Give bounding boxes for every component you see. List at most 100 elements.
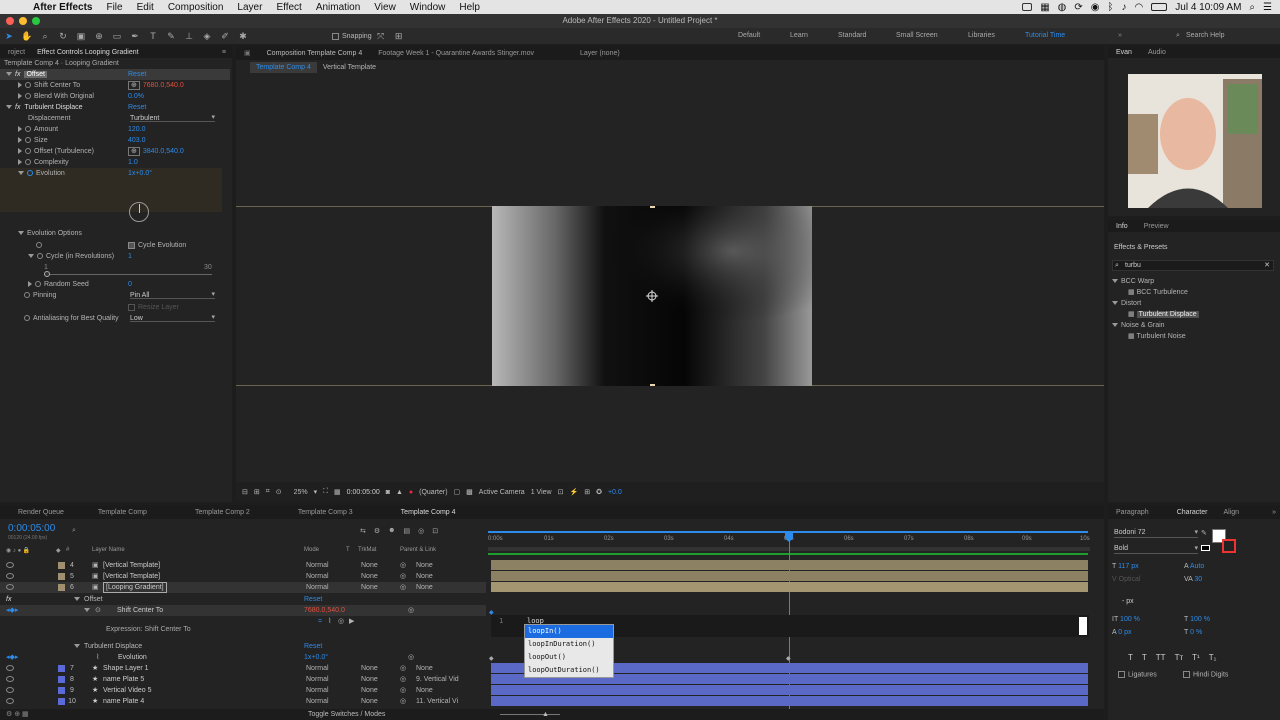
parent-dropdown[interactable]: None: [416, 560, 433, 571]
visibility-eye-icon[interactable]: [6, 687, 14, 693]
mode-dropdown[interactable]: Normal: [306, 696, 329, 707]
menu-animation[interactable]: Animation: [309, 2, 367, 13]
vertical-scale-field[interactable]: IT 100 %: [1112, 616, 1140, 625]
workspace-small-screen[interactable]: Small Screen: [896, 28, 938, 44]
zoom-slider-handle[interactable]: ▲: [542, 709, 549, 720]
offset-effect-row[interactable]: fx Offset Reset: [0, 594, 486, 605]
chevron-down-icon[interactable]: ▾: [314, 488, 318, 496]
parent-dropdown[interactable]: 9. Vertical Vid: [416, 674, 459, 685]
mode-dropdown[interactable]: Normal: [306, 560, 329, 571]
comp-flowchart-icon[interactable]: ⇆: [360, 527, 366, 535]
cycle-slider[interactable]: [44, 271, 212, 277]
zoom-slider[interactable]: [500, 714, 560, 715]
label-color-swatch[interactable]: [58, 562, 65, 569]
slider-handle[interactable]: [44, 271, 50, 277]
parent-dropdown[interactable]: 11. Vertical Vi: [416, 696, 458, 707]
menu-effect[interactable]: Effect: [269, 2, 308, 13]
evolution-value[interactable]: 1x+0.0°: [128, 168, 152, 179]
menu-app[interactable]: After Effects: [26, 2, 99, 13]
amount-value[interactable]: 120.0: [128, 124, 146, 135]
autocomplete-item-loopinduration[interactable]: loopInDuration(): [525, 638, 613, 651]
baseline-shift-field[interactable]: A 0 px: [1112, 629, 1131, 638]
layer-bar[interactable]: [491, 696, 1088, 706]
group-noise-grain[interactable]: Noise & Grain: [1112, 320, 1199, 331]
hand-tool-icon[interactable]: ✋: [20, 30, 34, 42]
effects-search-input[interactable]: ⌕ turbu ✕: [1112, 260, 1274, 271]
resolution-dropdown[interactable]: (Quarter): [419, 489, 447, 496]
exposure-value[interactable]: +0.0: [608, 489, 622, 496]
tab-info[interactable]: Info: [1108, 223, 1136, 230]
sync-icon[interactable]: ⟳: [1074, 2, 1082, 13]
label-color-swatch[interactable]: [58, 698, 65, 705]
parent-dropdown[interactable]: None: [416, 685, 433, 696]
font-size-field[interactable]: T 117 px: [1112, 563, 1139, 572]
layer-bar[interactable]: [491, 571, 1088, 581]
toggle-switches-modes[interactable]: Toggle Switches / Modes: [308, 709, 385, 720]
snapshot-icon[interactable]: ◙: [386, 489, 390, 496]
camera-dropdown[interactable]: Active Camera: [479, 489, 525, 496]
shift-center-property-row[interactable]: ◂◆▸ ⊙ Shift Center To 7680.0,540.0 ◎: [0, 605, 486, 616]
group-distort[interactable]: Distort: [1112, 298, 1199, 309]
keyframe-nav-icon[interactable]: ◂◆▸: [6, 605, 18, 616]
evolution-dial[interactable]: [129, 202, 149, 222]
tab-preview[interactable]: Preview: [1136, 223, 1177, 230]
workspace-overflow-icon[interactable]: »: [1118, 28, 1122, 44]
label-color-swatch[interactable]: [58, 676, 65, 683]
fx-icon[interactable]: fx: [15, 71, 20, 78]
globe-icon[interactable]: ◍: [1058, 2, 1067, 13]
tab-project[interactable]: roject: [0, 49, 33, 56]
turbulent-effect-row[interactable]: Turbulent Displace Reset: [0, 641, 486, 652]
menu-view[interactable]: View: [367, 2, 403, 13]
rectangle-tool-icon[interactable]: ▭: [110, 30, 124, 42]
size-value[interactable]: 403.0: [128, 135, 146, 146]
workspace-default[interactable]: Default: [738, 28, 760, 44]
tab-character[interactable]: Character: [1157, 509, 1216, 516]
label-color-swatch[interactable]: [58, 584, 65, 591]
subtab-template-comp-4[interactable]: Template Comp 4: [250, 61, 317, 73]
graph-icon[interactable]: ⌇: [96, 652, 99, 663]
layer-row[interactable]: 5 ▣ [Vertical Template] Normal None ◎ No…: [0, 571, 486, 582]
font-family-dropdown[interactable]: Bodoni 72: [1114, 528, 1198, 538]
bluetooth-icon[interactable]: ᛒ: [1108, 2, 1114, 13]
menu-file[interactable]: File: [99, 2, 129, 13]
roi-icon[interactable]: ▢: [454, 488, 461, 496]
trkmat-dropdown[interactable]: None: [361, 685, 378, 696]
stroke-color-swatch[interactable]: [1222, 539, 1236, 553]
tsume-field[interactable]: T 0 %: [1184, 629, 1202, 638]
effect-turbulent-row[interactable]: fx Turbulent Displace Reset: [0, 102, 230, 113]
layer-bar[interactable]: [491, 560, 1088, 570]
footer-icons[interactable]: ⚙ ⊕ ▦: [6, 709, 29, 720]
draft-3d-icon[interactable]: ⚙: [374, 527, 380, 535]
blend-value[interactable]: 0.0%: [128, 91, 144, 102]
menu-help[interactable]: Help: [452, 2, 487, 13]
tab-layer[interactable]: Layer (none): [572, 50, 628, 57]
creative-cloud-icon[interactable]: ◉: [1091, 2, 1100, 13]
views-dropdown[interactable]: 1 View: [531, 489, 552, 496]
layer-name-header[interactable]: Layer Name: [92, 547, 125, 553]
ligatures-checkbox[interactable]: [1118, 671, 1125, 678]
clock[interactable]: Jul 4 10:09 AM: [1175, 2, 1241, 13]
stopwatch-icon[interactable]: ⊙: [95, 605, 101, 616]
keyframe-icon[interactable]: ◆: [489, 609, 494, 616]
expression-scrollbar[interactable]: [1079, 617, 1087, 635]
region-icon[interactable]: ⊞: [254, 488, 260, 496]
mode-dropdown[interactable]: Normal: [306, 582, 329, 593]
layer-name[interactable]: name Plate 5: [103, 674, 144, 685]
puppet-tool-icon[interactable]: ✱: [236, 30, 250, 42]
minimize-window-button[interactable]: [19, 17, 27, 25]
layer-name[interactable]: [Vertical Template]: [103, 560, 160, 571]
clone-tool-icon[interactable]: ⊥: [182, 30, 196, 42]
type-tool-icon[interactable]: T: [146, 30, 160, 42]
fx-icon[interactable]: fx: [6, 594, 11, 605]
crosshair-icon[interactable]: ⊕: [128, 81, 140, 90]
parent-dropdown[interactable]: None: [416, 663, 433, 674]
offset-reset-button[interactable]: Reset: [304, 594, 322, 605]
menu-layer[interactable]: Layer: [230, 2, 269, 13]
pickwhip-icon[interactable]: ◎: [408, 605, 414, 616]
stopwatch-icon[interactable]: [25, 137, 31, 144]
status-icon[interactable]: [1022, 3, 1033, 11]
layer-name[interactable]: Shape Layer 1: [103, 663, 149, 674]
stroke-width-field[interactable]: - px: [1122, 598, 1134, 607]
mode-dropdown[interactable]: Normal: [306, 674, 329, 685]
visibility-eye-icon[interactable]: [6, 698, 14, 704]
